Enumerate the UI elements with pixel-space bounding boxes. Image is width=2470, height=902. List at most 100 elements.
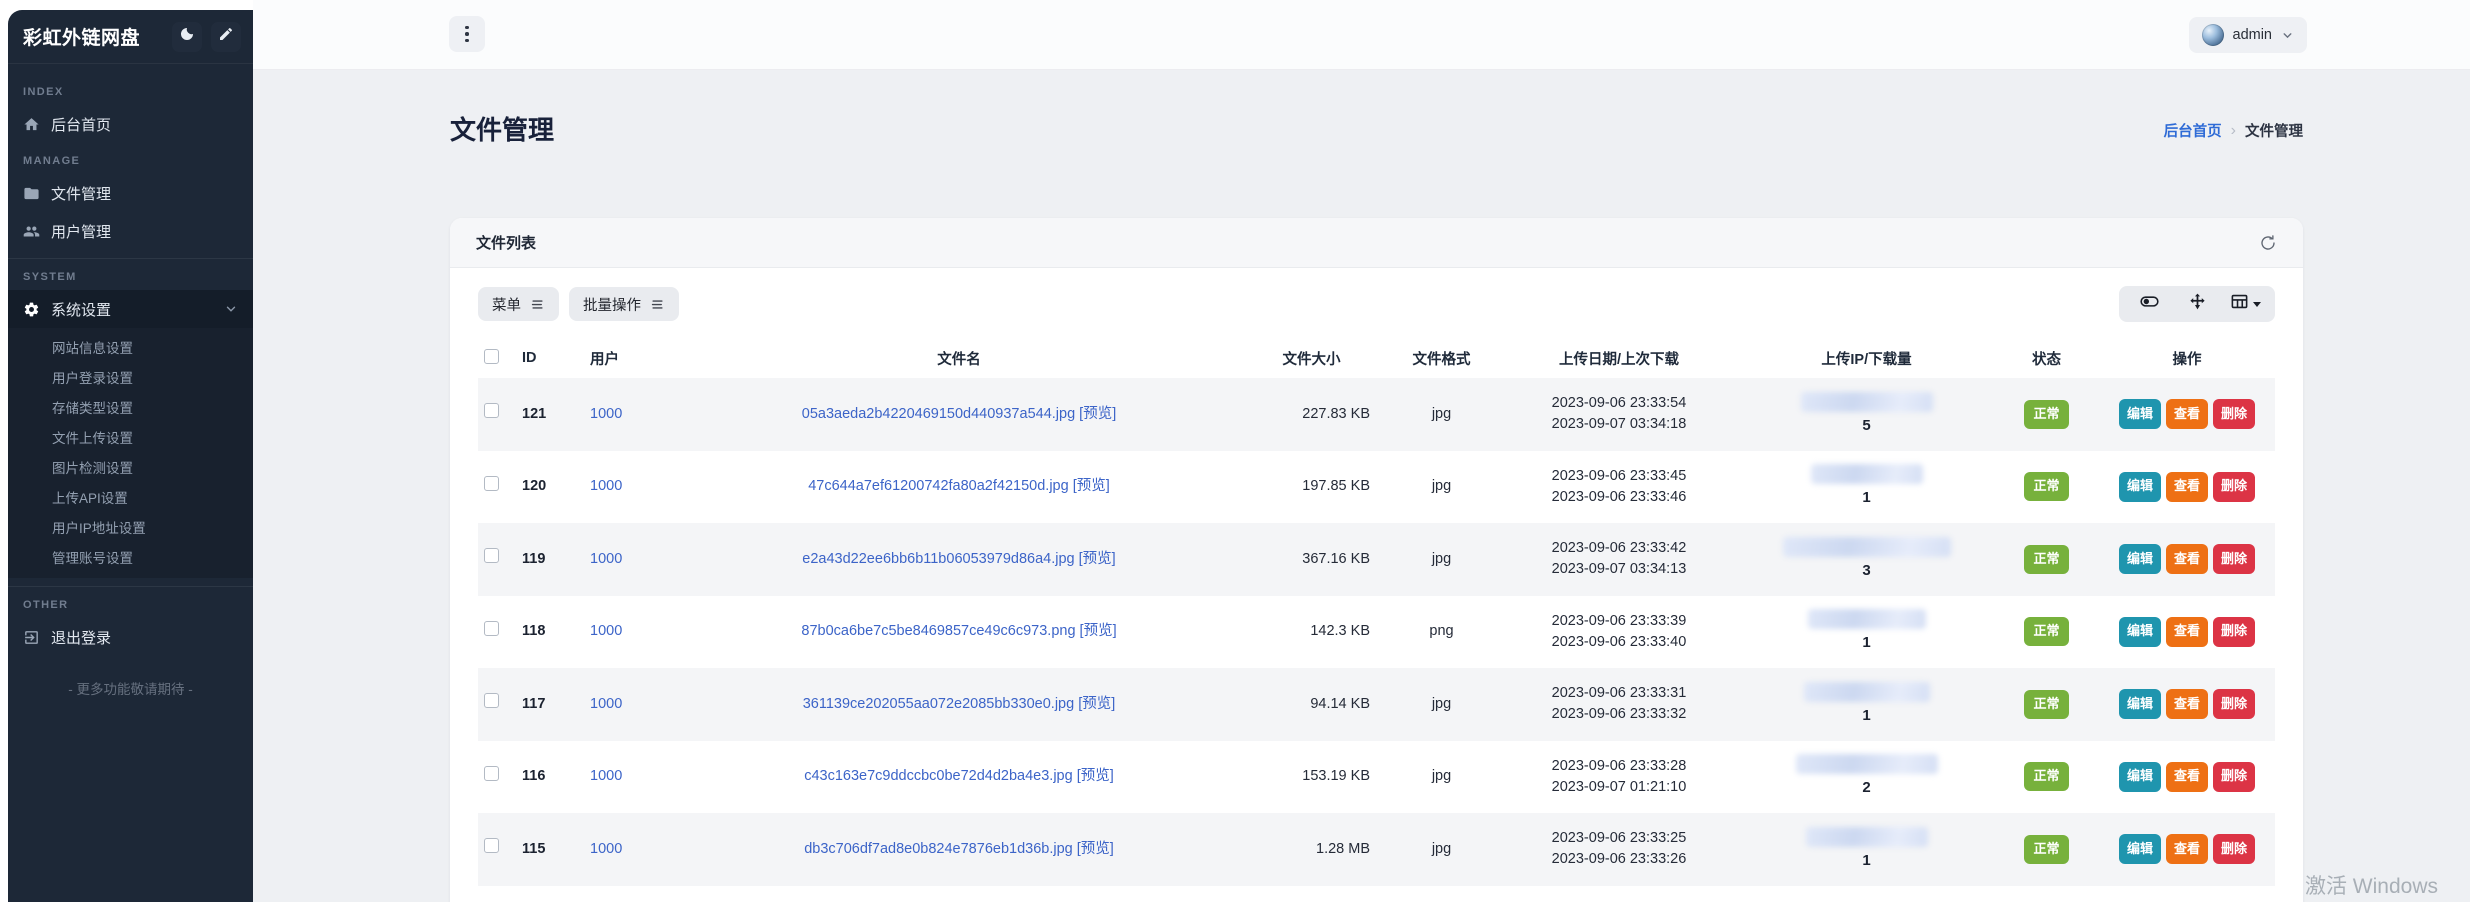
filename-link[interactable]: c43c163e7c9ddccbc0be72d4d2ba4e3.jpg: [804, 768, 1072, 784]
delete-button[interactable]: 删除: [2213, 689, 2255, 719]
cell-actions: 编辑查看删除: [2099, 813, 2275, 886]
sidebar-item-files[interactable]: 文件管理: [8, 174, 253, 212]
column-header-filename: 文件名: [679, 338, 1239, 378]
breadcrumb: 后台首页 › 文件管理: [2164, 120, 2303, 141]
edit-button[interactable]: 编辑: [2119, 834, 2161, 864]
sidebar-subitem-网站信息设置[interactable]: 网站信息设置: [8, 332, 253, 362]
theme-button[interactable]: [211, 22, 241, 52]
sidebar-subitem-图片检测设置[interactable]: 图片检测设置: [8, 452, 253, 482]
user-link[interactable]: 1000: [590, 478, 622, 494]
cell-status: 正常: [1994, 813, 2099, 886]
filename-link[interactable]: 47c644a7ef61200742fa80a2f42150d.jpg: [808, 478, 1068, 494]
user-link[interactable]: 1000: [590, 696, 622, 712]
redacted-ip: [1806, 827, 1928, 847]
batch-actions-button[interactable]: 批量操作: [569, 287, 679, 321]
system-settings-submenu: 网站信息设置用户登录设置存储类型设置文件上传设置图片检测设置上传API设置用户I…: [8, 328, 253, 578]
row-checkbox[interactable]: [484, 621, 499, 636]
view-button[interactable]: 查看: [2166, 762, 2208, 792]
delete-button[interactable]: 删除: [2213, 617, 2255, 647]
table-toolbar: 菜单 批量操作: [478, 286, 2275, 322]
row-checkbox[interactable]: [484, 403, 499, 418]
edit-button[interactable]: 编辑: [2119, 544, 2161, 574]
sidebar-subitem-文件上传设置[interactable]: 文件上传设置: [8, 422, 253, 452]
delete-button[interactable]: 删除: [2213, 834, 2255, 864]
cell-format: jpg: [1384, 741, 1499, 814]
sidebar-item-system-settings[interactable]: 系统设置: [8, 290, 253, 328]
refresh-icon[interactable]: [2259, 234, 2277, 252]
row-checkbox[interactable]: [484, 838, 499, 853]
view-button[interactable]: 查看: [2166, 834, 2208, 864]
menu-button-label: 菜单: [492, 294, 521, 315]
cell-status: 正常: [1994, 596, 2099, 669]
cell-id: 116: [516, 741, 584, 814]
row-checkbox[interactable]: [484, 548, 499, 563]
upload-date: 2023-09-06 23:33:28: [1505, 756, 1733, 777]
cell-id: 119: [516, 523, 584, 596]
view-button[interactable]: 查看: [2166, 399, 2208, 429]
user-menu[interactable]: admin: [2189, 17, 2308, 53]
fullscreen-button[interactable]: [2173, 286, 2221, 322]
section-label-manage: MANAGE: [8, 143, 253, 174]
sidebar-subitem-用户IP地址设置[interactable]: 用户IP地址设置: [8, 512, 253, 542]
select-all-checkbox[interactable]: [484, 349, 499, 364]
filename-link[interactable]: db3c706df7ad8e0b824e7876eb1d36b.jpg: [804, 841, 1073, 857]
upload-date: 2023-09-06 23:33:31: [1505, 683, 1733, 704]
edit-button[interactable]: 编辑: [2119, 472, 2161, 502]
sidebar-item-label: 系统设置: [51, 299, 111, 320]
preview-link[interactable]: [预览]: [1080, 623, 1117, 639]
edit-button[interactable]: 编辑: [2119, 689, 2161, 719]
cell-ip-downloads: 1: [1739, 813, 1994, 886]
view-button[interactable]: 查看: [2166, 472, 2208, 502]
sidebar-item-dashboard[interactable]: 后台首页: [8, 105, 253, 143]
delete-button[interactable]: 删除: [2213, 762, 2255, 792]
menu-dropdown-button[interactable]: 菜单: [478, 287, 559, 321]
filename-link[interactable]: e2a43d22ee6bb6b11b06053979d86a4.jpg: [802, 551, 1074, 567]
column-header-size: 文件大小: [1239, 338, 1384, 378]
user-link[interactable]: 1000: [590, 768, 622, 784]
view-button[interactable]: 查看: [2166, 544, 2208, 574]
preview-link[interactable]: [预览]: [1073, 478, 1110, 494]
cell-dates: 2023-09-06 23:33:392023-09-06 23:33:40: [1499, 596, 1739, 669]
view-button[interactable]: 查看: [2166, 617, 2208, 647]
preview-link[interactable]: [预览]: [1079, 406, 1116, 422]
move-arrows-icon: [2188, 292, 2207, 316]
row-checkbox[interactable]: [484, 693, 499, 708]
edit-button[interactable]: 编辑: [2119, 617, 2161, 647]
preview-link[interactable]: [预览]: [1078, 696, 1115, 712]
sidebar-subitem-存储类型设置[interactable]: 存储类型设置: [8, 392, 253, 422]
edit-button[interactable]: 编辑: [2119, 762, 2161, 792]
delete-button[interactable]: 删除: [2213, 544, 2255, 574]
edit-button[interactable]: 编辑: [2119, 399, 2161, 429]
more-menu-button[interactable]: [449, 16, 485, 52]
cell-ip-downloads: 1: [1739, 451, 1994, 524]
sidebar-subitem-上传API设置[interactable]: 上传API设置: [8, 482, 253, 512]
preview-link[interactable]: [预览]: [1079, 551, 1116, 567]
breadcrumb-home-link[interactable]: 后台首页: [2164, 120, 2222, 141]
filename-link[interactable]: 361139ce202055aa072e2085bb330e0.jpg: [803, 696, 1074, 712]
cell-user: 1000: [584, 523, 679, 596]
sidebar-item-users[interactable]: 用户管理: [8, 212, 253, 250]
delete-button[interactable]: 删除: [2213, 399, 2255, 429]
filename-link[interactable]: 87b0ca6be7c5be8469857ce49c6c973.png: [801, 623, 1075, 639]
view-button[interactable]: 查看: [2166, 689, 2208, 719]
user-link[interactable]: 1000: [590, 841, 622, 857]
user-link[interactable]: 1000: [590, 551, 622, 567]
user-link[interactable]: 1000: [590, 623, 622, 639]
row-checkbox[interactable]: [484, 476, 499, 491]
sidebar-item-logout[interactable]: 退出登录: [8, 618, 253, 656]
dark-mode-button[interactable]: [172, 22, 202, 52]
preview-link[interactable]: [预览]: [1077, 768, 1114, 784]
user-link[interactable]: 1000: [590, 406, 622, 422]
row-checkbox[interactable]: [484, 766, 499, 781]
toggle-view-button[interactable]: [2125, 286, 2173, 322]
sidebar-subitem-管理账号设置[interactable]: 管理账号设置: [8, 542, 253, 572]
preview-link[interactable]: [预览]: [1077, 841, 1114, 857]
filename-link[interactable]: 05a3aeda2b4220469150d440937a544.jpg: [802, 406, 1075, 422]
columns-dropdown-button[interactable]: [2221, 286, 2269, 322]
download-count: 5: [1745, 415, 1988, 437]
cell-size: 153.19 KB: [1239, 741, 1384, 814]
sidebar-subitem-用户登录设置[interactable]: 用户登录设置: [8, 362, 253, 392]
redacted-ip: [1804, 682, 1930, 702]
delete-button[interactable]: 删除: [2213, 472, 2255, 502]
cell-filename: e2a43d22ee6bb6b11b06053979d86a4.jpg [预览]: [679, 523, 1239, 596]
